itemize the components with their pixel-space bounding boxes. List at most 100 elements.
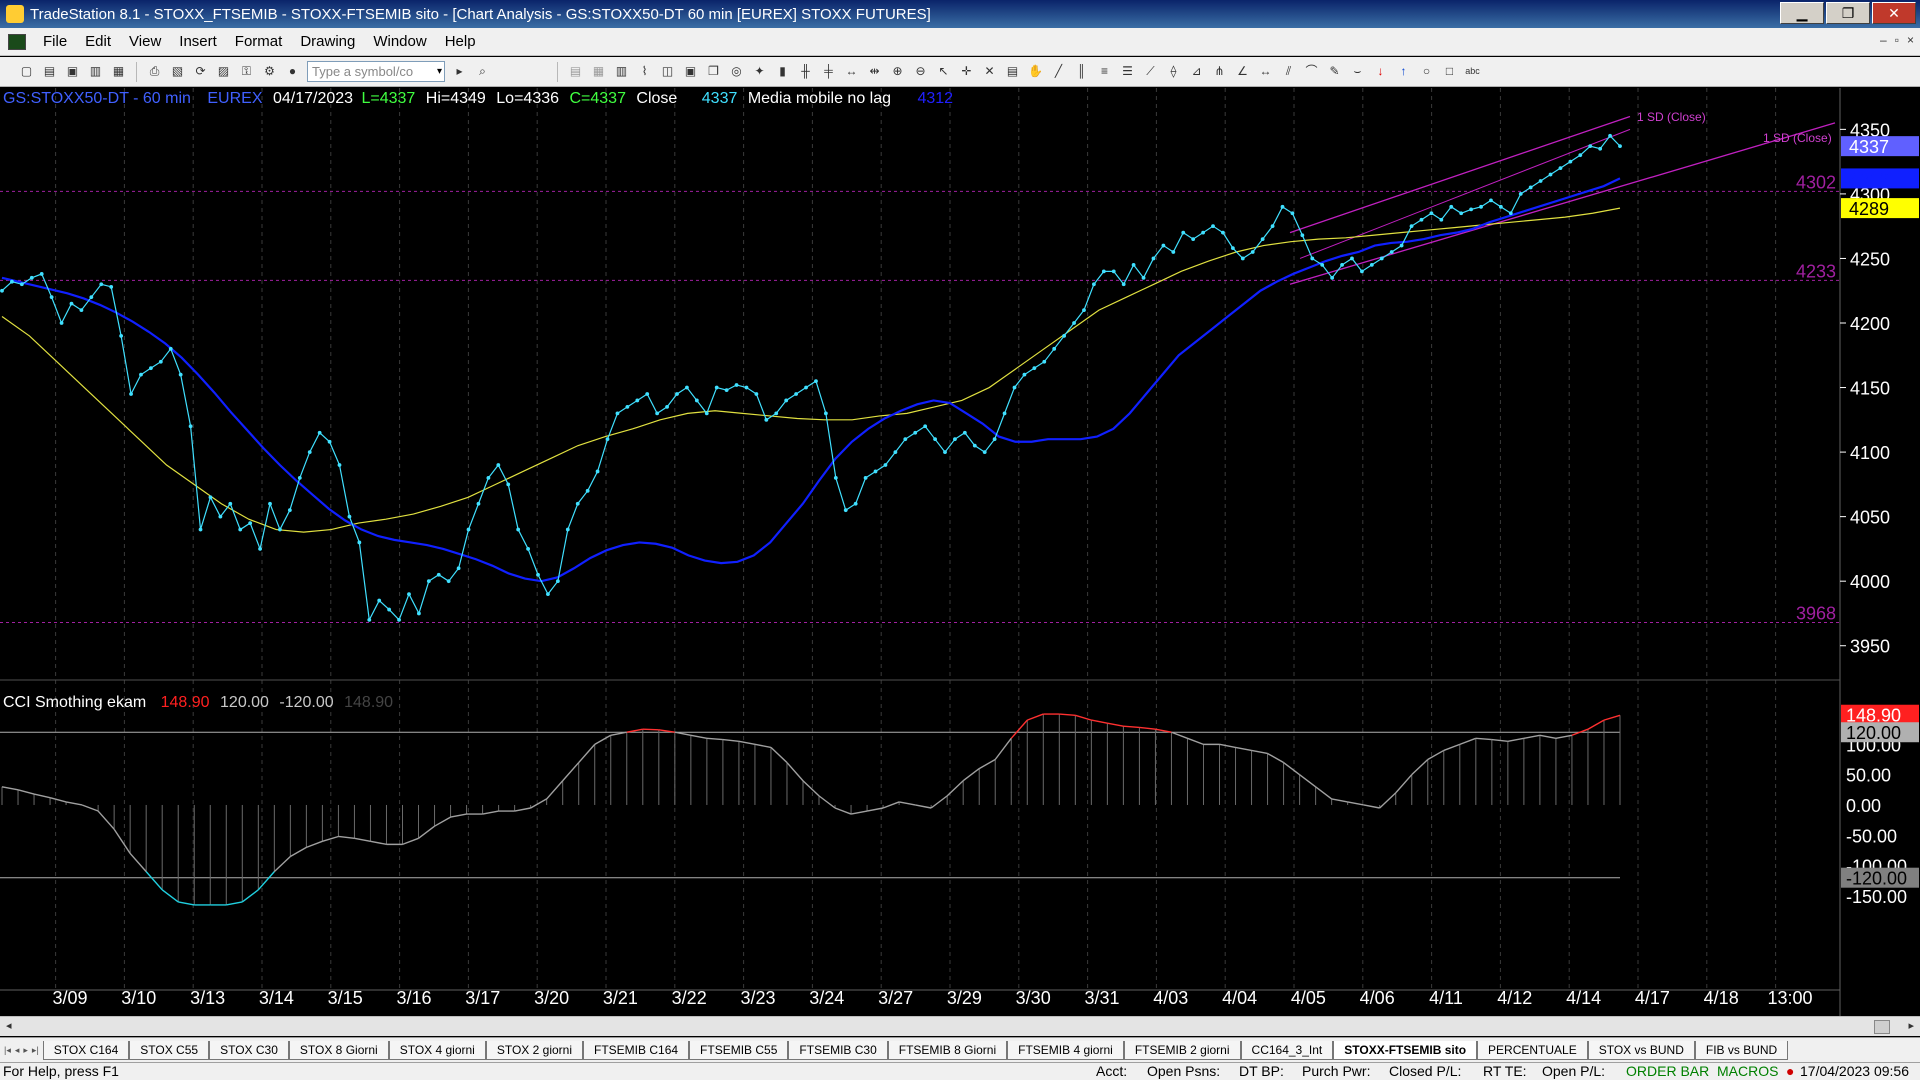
lock-icon[interactable]: ⚿ bbox=[238, 63, 255, 80]
tools-icon[interactable]: ✕ bbox=[981, 63, 998, 80]
horizontal-lines-icon[interactable]: ≡ bbox=[1096, 63, 1113, 80]
down-arrow-icon[interactable]: ↓ bbox=[1372, 63, 1389, 80]
trendline-icon[interactable]: ╱ bbox=[1050, 63, 1067, 80]
ellipse-icon[interactable]: ○ bbox=[1418, 63, 1435, 80]
tab-stoxx-ftsemib-sito[interactable]: STOXX-FTSEMIB sito bbox=[1333, 1040, 1478, 1060]
tab-last-icon[interactable]: ▸| bbox=[32, 1045, 39, 1056]
arrows-icon[interactable]: ↔ bbox=[1257, 63, 1274, 80]
settings-icon[interactable]: ⚙ bbox=[261, 63, 278, 80]
tab-first-icon[interactable]: |◂ bbox=[4, 1045, 11, 1056]
minimize-button[interactable]: ▁ bbox=[1780, 2, 1824, 24]
tab-next-icon[interactable]: ▸ bbox=[23, 1045, 28, 1056]
mdi-close-button[interactable]: × bbox=[1907, 33, 1914, 47]
folder-icon[interactable]: ▦ bbox=[110, 63, 127, 80]
tab-ftsemib-c30[interactable]: FTSEMIB C30 bbox=[788, 1040, 888, 1060]
play-icon[interactable]: ▸ bbox=[451, 63, 468, 80]
close-button[interactable]: ✕ bbox=[1872, 2, 1916, 24]
tab-stox-4-giorni[interactable]: STOX 4 giorni bbox=[388, 1040, 486, 1060]
zoom-out-icon[interactable]: ⊖ bbox=[912, 63, 929, 80]
scroll-right-icon[interactable]: ▸ bbox=[1908, 1019, 1914, 1032]
tab-stox-c55[interactable]: STOX C55 bbox=[129, 1040, 210, 1060]
channel-icon[interactable]: ⫽ bbox=[1280, 63, 1297, 80]
hand-icon[interactable]: ✋ bbox=[1027, 63, 1044, 80]
curve-icon[interactable]: ⌣ bbox=[1349, 63, 1366, 80]
andrews-icon[interactable]: ⋔ bbox=[1211, 63, 1228, 80]
open-icon[interactable]: ▤ bbox=[41, 63, 58, 80]
layers-icon[interactable]: ◫ bbox=[659, 63, 676, 80]
horizontal-scrollbar[interactable]: ◂ ▸ bbox=[0, 1016, 1920, 1036]
strategy-icon[interactable]: ✦ bbox=[751, 63, 768, 80]
tab-prev-icon[interactable]: ◂ bbox=[15, 1045, 20, 1056]
chart-type-icon[interactable]: ⌇ bbox=[636, 63, 653, 80]
tab-ftsemib-c55[interactable]: FTSEMIB C55 bbox=[689, 1040, 789, 1060]
menu-format[interactable]: Format bbox=[226, 33, 292, 50]
symbol-input[interactable]: Type a symbol/co ▾ bbox=[307, 61, 445, 82]
line-icon[interactable]: ╪ bbox=[820, 63, 837, 80]
rectangle-icon[interactable]: □ bbox=[1441, 63, 1458, 80]
tab-ftsemib-8-giorni[interactable]: FTSEMIB 8 Giorni bbox=[887, 1040, 1008, 1060]
tab-ftsemib-2-giorni[interactable]: FTSEMIB 2 giorni bbox=[1123, 1040, 1241, 1060]
menu-edit[interactable]: Edit bbox=[76, 33, 120, 50]
search-icon[interactable]: ⌕ bbox=[474, 63, 491, 80]
indicator-icon[interactable]: ◎ bbox=[728, 63, 745, 80]
save-icon[interactable]: ▣ bbox=[64, 63, 81, 80]
text-icon[interactable]: abc bbox=[1464, 63, 1481, 80]
print-preview-icon[interactable]: ▧ bbox=[169, 63, 186, 80]
pencil-icon[interactable]: ✎ bbox=[1326, 63, 1343, 80]
print-icon[interactable]: ⎙ bbox=[146, 63, 163, 80]
menu-view[interactable]: View bbox=[120, 33, 170, 50]
vertical-lines-icon[interactable]: ║ bbox=[1073, 63, 1090, 80]
fan-icon[interactable]: ⟠ bbox=[1165, 63, 1182, 80]
menu-window[interactable]: Window bbox=[364, 33, 435, 50]
compress-icon[interactable]: ⇹ bbox=[866, 63, 883, 80]
scroll-thumb[interactable] bbox=[1874, 1020, 1890, 1034]
tab-cc164-3-int[interactable]: CC164_3_Int bbox=[1240, 1040, 1334, 1060]
grid-icon[interactable]: ▦ bbox=[590, 63, 607, 80]
refresh-icon[interactable]: ⟳ bbox=[192, 63, 209, 80]
cursor-icon[interactable]: ↖ bbox=[935, 63, 952, 80]
mdi-restore-button[interactable]: ▫ bbox=[1895, 33, 1899, 47]
speed-line-icon[interactable]: ⟋ bbox=[1142, 63, 1159, 80]
tab-ftsemib-4-giorni[interactable]: FTSEMIB 4 giorni bbox=[1007, 1040, 1124, 1060]
arc-icon[interactable]: ⌒ bbox=[1303, 63, 1320, 80]
order-bar-button[interactable]: ORDER BAR bbox=[1626, 1063, 1709, 1079]
symbol-dropdown-icon[interactable]: ▾ bbox=[437, 62, 442, 81]
mdi-minimize-button[interactable]: – bbox=[1880, 33, 1887, 47]
data-window-icon[interactable]: ▤ bbox=[1004, 63, 1021, 80]
angle-icon[interactable]: ∠ bbox=[1234, 63, 1251, 80]
tab-percentuale[interactable]: PERCENTUALE bbox=[1477, 1040, 1588, 1060]
menu-file[interactable]: File bbox=[34, 33, 76, 50]
chart-window-icon[interactable] bbox=[8, 33, 26, 50]
tab-stox-c30[interactable]: STOX C30 bbox=[209, 1040, 289, 1060]
bar-chart-icon[interactable]: ╫ bbox=[797, 63, 814, 80]
restore-button[interactable]: ❐ bbox=[1826, 2, 1870, 24]
bars-icon[interactable]: ▤ bbox=[567, 63, 584, 80]
tab-ftsemib-c164[interactable]: FTSEMIB C164 bbox=[583, 1040, 690, 1060]
tab-stox-vs-bund[interactable]: STOX vs BUND bbox=[1587, 1040, 1695, 1060]
crosshair-icon[interactable]: ✛ bbox=[958, 63, 975, 80]
tab-stox-2-giorni[interactable]: STOX 2 giorni bbox=[485, 1040, 584, 1060]
snapshot-icon[interactable]: ▣ bbox=[682, 63, 699, 80]
calendar-icon[interactable]: ▥ bbox=[613, 63, 630, 80]
copy-icon[interactable]: ❐ bbox=[705, 63, 722, 80]
menu-help[interactable]: Help bbox=[436, 33, 485, 50]
fib-icon[interactable]: ☰ bbox=[1119, 63, 1136, 80]
tab-stox-8-giorni[interactable]: STOX 8 Giorni bbox=[288, 1040, 389, 1060]
ticker-icon[interactable]: ● bbox=[284, 63, 301, 80]
scroll-left-icon[interactable]: ◂ bbox=[6, 1019, 12, 1032]
tab-fib-vs-bund[interactable]: FIB vs BUND bbox=[1694, 1040, 1789, 1060]
chart-canvas[interactable]: 3/09 3/10 3/13 3/14 3/15 3/16 3/17 3/20 3/21 3/22… bbox=[0, 88, 1920, 1016]
tab-stox-c164[interactable]: STOX C164 bbox=[42, 1040, 130, 1060]
window-icon[interactable]: ▨ bbox=[215, 63, 232, 80]
menu-insert[interactable]: Insert bbox=[170, 33, 226, 50]
new-doc-icon[interactable]: ▢ bbox=[18, 63, 35, 80]
chart-window[interactable]: 3/09 3/10 3/13 3/14 3/15 3/16 3/17 3/20 3/21 3/22… bbox=[0, 88, 1920, 1016]
clipboard-icon[interactable]: ▥ bbox=[87, 63, 104, 80]
candle-icon[interactable]: ▮ bbox=[774, 63, 791, 80]
up-arrow-icon[interactable]: ↑ bbox=[1395, 63, 1412, 80]
menu-drawing[interactable]: Drawing bbox=[291, 33, 364, 50]
expand-icon[interactable]: ↔ bbox=[843, 63, 860, 80]
zoom-in-icon[interactable]: ⊕ bbox=[889, 63, 906, 80]
macros-button[interactable]: MACROS bbox=[1717, 1063, 1778, 1079]
gann-icon[interactable]: ⊿ bbox=[1188, 63, 1205, 80]
